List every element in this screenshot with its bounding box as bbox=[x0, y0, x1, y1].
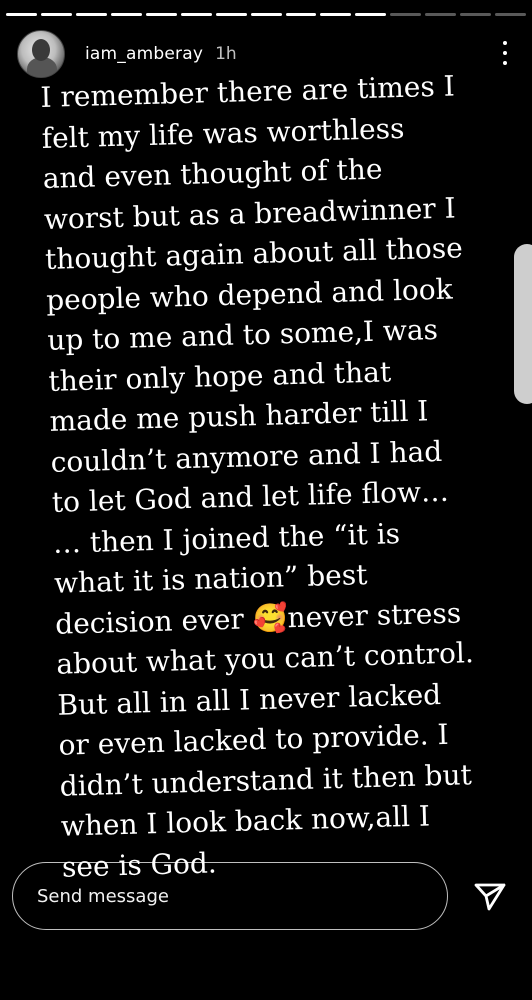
story-line-prefix: decision ever bbox=[54, 601, 254, 641]
progress-segment bbox=[285, 13, 317, 16]
story-line-suffix: never stress bbox=[287, 595, 462, 634]
progress-segment bbox=[460, 13, 492, 16]
smiling-face-with-hearts-icon: 🥰 bbox=[252, 600, 288, 635]
edge-panel-handle[interactable] bbox=[514, 244, 532, 404]
profile-avatar[interactable] bbox=[17, 30, 65, 78]
progress-segment bbox=[110, 13, 142, 16]
progress-segment bbox=[495, 13, 527, 16]
story-text: I remember there are times I felt my lif… bbox=[40, 65, 532, 888]
progress-segment bbox=[215, 13, 247, 16]
progress-segment bbox=[390, 13, 422, 16]
send-message-input[interactable] bbox=[35, 884, 447, 908]
post-time: 1h bbox=[215, 44, 237, 64]
progress-segment bbox=[355, 13, 387, 16]
progress-segment bbox=[145, 13, 177, 16]
progress-segment bbox=[6, 13, 37, 16]
story-progress-bar bbox=[6, 13, 527, 16]
progress-segment bbox=[75, 13, 107, 16]
more-vertical-icon[interactable] bbox=[495, 38, 515, 68]
progress-segment bbox=[40, 13, 72, 16]
send-icon[interactable] bbox=[470, 876, 510, 916]
message-composer bbox=[12, 862, 448, 930]
username[interactable]: iam_amberay bbox=[85, 44, 203, 64]
progress-segment bbox=[250, 13, 282, 16]
progress-segment bbox=[320, 13, 352, 16]
progress-segment bbox=[425, 13, 457, 16]
progress-segment bbox=[180, 13, 212, 16]
